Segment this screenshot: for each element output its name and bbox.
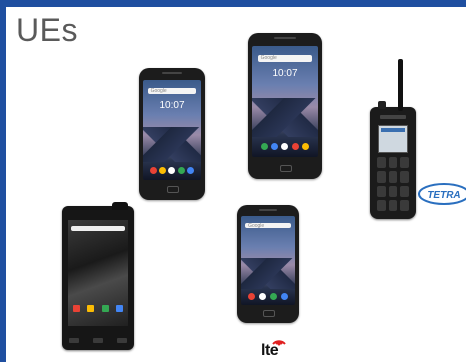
keypad-key xyxy=(388,199,398,211)
google-search-bar: Google xyxy=(245,222,291,229)
key xyxy=(69,337,80,343)
lte-logo-text: lte xyxy=(261,342,279,359)
speaker-grille xyxy=(162,71,182,74)
keypad-key xyxy=(388,171,398,183)
wallpaper-mountain xyxy=(252,98,318,138)
app-row xyxy=(72,304,124,313)
home-button xyxy=(167,186,179,194)
wallpaper-mountain xyxy=(142,127,202,163)
phone-screen: Google xyxy=(240,215,296,306)
app-icon xyxy=(271,142,279,150)
hardware-keys xyxy=(69,336,127,344)
antenna-stub xyxy=(112,202,128,210)
radio-brand-bar xyxy=(380,115,406,119)
phone-screen: Google 10:07 xyxy=(142,79,202,181)
slide: UEs Google 10:07 Google 10:07 Google TET… xyxy=(6,7,466,362)
radio-keypad xyxy=(377,157,409,211)
smartphone-image-2: Google 10:07 xyxy=(248,33,322,179)
app-icon xyxy=(281,142,289,150)
google-search-bar: Google xyxy=(147,87,197,94)
tetra-radio-image xyxy=(370,59,416,219)
lte-logo: lte xyxy=(261,332,297,360)
keypad-key xyxy=(388,185,398,197)
keypad-key xyxy=(377,185,386,197)
radio-knob xyxy=(378,101,386,109)
key xyxy=(116,337,127,343)
keypad-key xyxy=(388,157,398,169)
slide-title: UEs xyxy=(16,12,78,48)
keypad-key xyxy=(400,171,409,183)
clock-text: 10:07 xyxy=(272,68,298,80)
speaker-grille xyxy=(273,37,297,40)
app-icon xyxy=(259,292,267,300)
keypad-key xyxy=(400,185,409,197)
keypad-key xyxy=(377,171,386,183)
app-icon xyxy=(302,142,310,150)
app-dock xyxy=(149,166,196,174)
keypad-key xyxy=(400,199,409,211)
google-search-bar: Google xyxy=(257,55,313,62)
photos-icon xyxy=(87,304,95,312)
keypad-key xyxy=(377,199,386,211)
speaker-grille xyxy=(258,208,278,211)
app-icon xyxy=(280,292,288,300)
home-button xyxy=(280,164,292,172)
clock-text: 10:07 xyxy=(159,99,185,111)
key xyxy=(93,337,103,343)
radio-display xyxy=(378,125,408,153)
app-dock xyxy=(246,292,290,300)
tetra-logo-text: TETRA xyxy=(427,190,460,201)
keypad-key xyxy=(400,157,409,169)
app-icon xyxy=(149,166,157,174)
wallpaper-mountain xyxy=(240,257,296,290)
app-icon xyxy=(260,142,268,150)
google-search-bar xyxy=(71,225,125,231)
smartphone-image-3: Google xyxy=(237,205,299,323)
app-icon xyxy=(291,142,299,150)
maps-icon xyxy=(101,304,109,312)
gmail-icon xyxy=(72,304,80,312)
app-dock xyxy=(259,142,311,151)
tetra-logo: TETRA xyxy=(418,183,466,205)
rugged-phone-image xyxy=(62,202,134,350)
smartphone-image-1: Google 10:07 xyxy=(139,68,205,200)
phone-screen: Google 10:07 xyxy=(252,46,318,158)
app-icon xyxy=(168,166,176,174)
app-icon xyxy=(159,166,167,174)
app-icon xyxy=(187,166,195,174)
phone-screen xyxy=(67,220,129,326)
keypad-key xyxy=(377,157,386,169)
app-icon xyxy=(248,292,256,300)
home-button xyxy=(263,310,275,318)
app-icon xyxy=(177,166,185,174)
play-store-icon xyxy=(116,304,124,312)
radio-antenna xyxy=(398,59,403,111)
app-icon xyxy=(269,292,277,300)
